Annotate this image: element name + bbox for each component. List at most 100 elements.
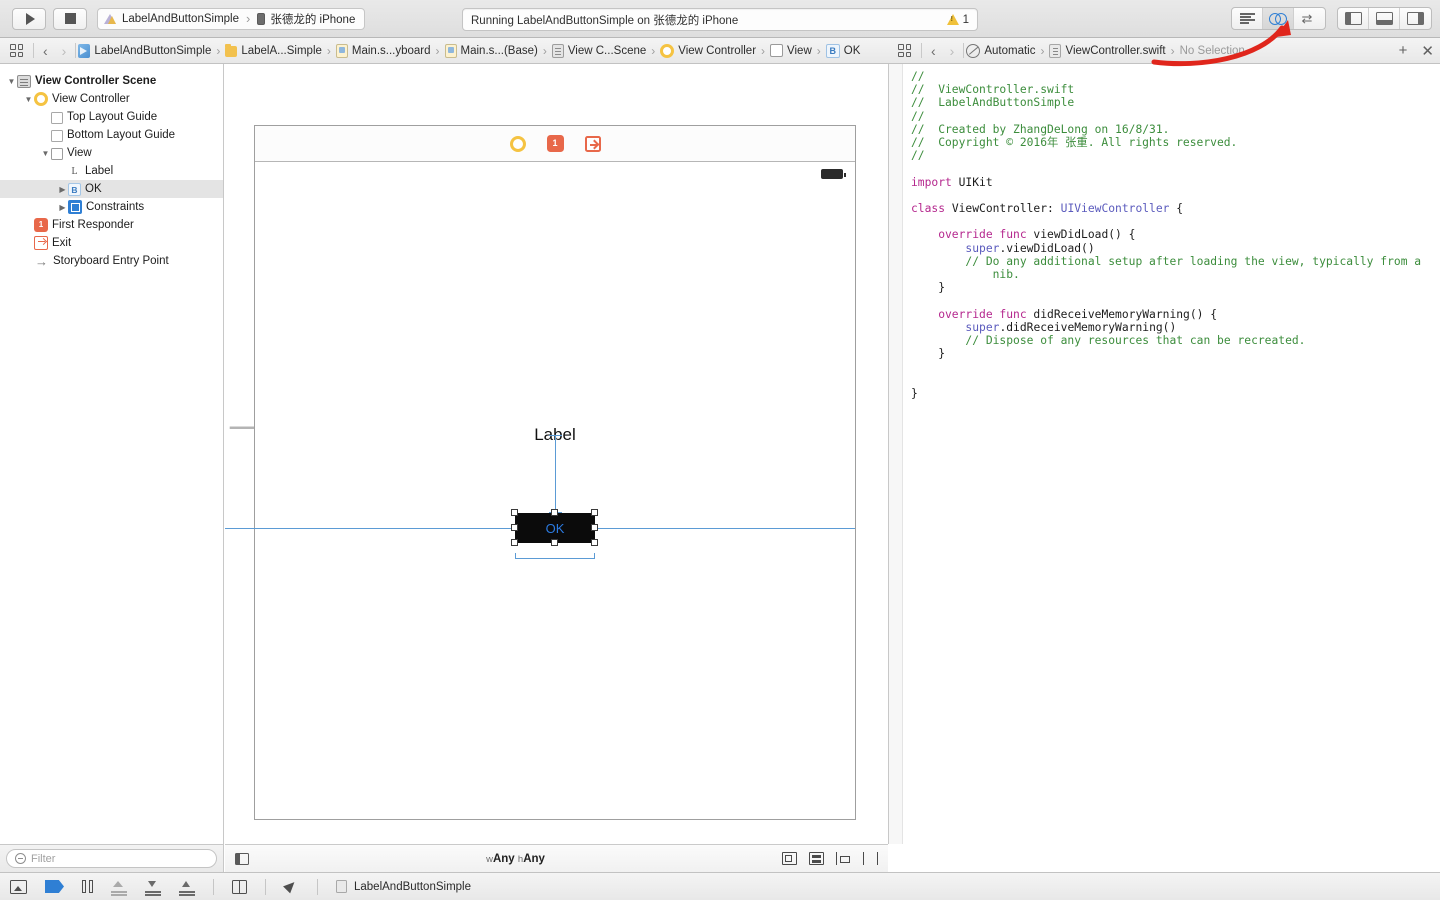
forward-button[interactable]: ›	[943, 43, 962, 59]
activity-status-bar: Running LabelAndButtonSimple on 张德龙的 iPh…	[462, 8, 978, 31]
breadcrumb-item[interactable]: Main.s...yboard	[335, 43, 431, 58]
code-token: UIKit	[951, 175, 993, 189]
selection-handle[interactable]	[551, 539, 558, 546]
run-button[interactable]	[12, 7, 46, 30]
grid-icon[interactable]	[898, 44, 911, 57]
filter-input[interactable]: Filter	[6, 849, 217, 868]
add-assistant-editor-button[interactable]: +	[1399, 42, 1408, 59]
standard-editor-button[interactable]	[1232, 8, 1263, 29]
outline-row-top-layout-guide[interactable]: Top Layout Guide	[0, 108, 223, 126]
step-into-icon[interactable]	[145, 880, 161, 894]
outline-row-exit[interactable]: Exit	[0, 234, 223, 252]
outline-row-label[interactable]: L Label	[0, 162, 223, 180]
breadcrumb-item[interactable]: ViewController.swift	[1049, 43, 1166, 58]
outline-row-bottom-layout-guide[interactable]: Bottom Layout Guide	[0, 126, 223, 144]
breadcrumb-item[interactable]: View Controller	[660, 43, 756, 58]
outline-row-view-controller[interactable]: View Controller	[0, 90, 223, 108]
embed-icon[interactable]	[782, 852, 797, 865]
code-token: // Do any additional setup after loading…	[911, 254, 1422, 268]
breakpoint-icon[interactable]	[45, 880, 64, 893]
align-icon[interactable]	[809, 852, 824, 865]
disclosure-triangle-icon[interactable]	[40, 149, 51, 158]
toggle-utilities-button[interactable]	[1400, 8, 1431, 29]
toggle-debug-area-button[interactable]	[1369, 8, 1400, 29]
assistant-editor-button[interactable]	[1263, 8, 1294, 29]
selection-handle[interactable]	[551, 509, 558, 516]
selection-handle[interactable]	[591, 524, 598, 531]
version-editor-button[interactable]: ⇄	[1294, 8, 1325, 29]
debug-process-crumb[interactable]: LabelAndButtonSimple	[336, 880, 471, 893]
selection-handle[interactable]	[511, 524, 518, 531]
breadcrumb-item[interactable]: View C...Scene	[551, 43, 646, 58]
selection-handle[interactable]	[591, 539, 598, 546]
selection-handle[interactable]	[591, 509, 598, 516]
code-line: override func viewDidLoad() {	[911, 228, 1432, 241]
view-controller-scene[interactable]: 1 Label OK	[225, 125, 856, 820]
outline-row-view-controller-scene[interactable]: View Controller Scene	[0, 72, 223, 90]
document-outline-toggle-button[interactable]	[235, 852, 249, 865]
pin-icon[interactable]	[836, 852, 851, 865]
outline-row-storyboard-entry-point[interactable]: → Storyboard Entry Point	[0, 252, 223, 270]
exit-dock-icon[interactable]	[584, 135, 601, 152]
code-line: super.didReceiveMemoryWarning()	[911, 321, 1432, 334]
outline-row-ok[interactable]: B OK	[0, 180, 223, 198]
hide-debug-icon[interactable]	[10, 879, 27, 894]
outline-row-constraints[interactable]: Constraints	[0, 198, 223, 216]
disclosure-triangle-icon[interactable]	[23, 95, 34, 104]
view-controller-dock-icon[interactable]	[509, 135, 526, 152]
disclosure-triangle-icon[interactable]	[57, 185, 68, 194]
size-class-indicator[interactable]: wAny hAny	[249, 853, 782, 865]
process-label: LabelAndButtonSimple	[354, 880, 471, 893]
first-responder-dock-icon[interactable]: 1	[546, 135, 564, 152]
navigator-jump-bar: ‹ › LabelAndButtonSimple › LabelA...Simple…	[0, 38, 888, 64]
step-out-icon[interactable]	[179, 880, 195, 894]
resolve-icon[interactable]	[863, 852, 879, 865]
step-over-icon[interactable]	[111, 880, 127, 894]
stop-button[interactable]	[53, 7, 87, 30]
code-token: override func	[911, 307, 1027, 321]
folder-icon	[225, 43, 238, 57]
toggle-navigator-button[interactable]	[1338, 8, 1369, 29]
close-assistant-editor-button[interactable]: ✕	[1421, 42, 1434, 60]
outline-row-label: Storyboard Entry Point	[53, 255, 169, 267]
outline-row-first-responder[interactable]: 1 First Responder	[0, 216, 223, 234]
outline-row-view[interactable]: View	[0, 144, 223, 162]
stop-icon	[64, 13, 76, 24]
breadcrumb-item[interactable]: B OK	[825, 43, 860, 58]
breadcrumb-item[interactable]: Main.s...(Base)	[444, 43, 538, 58]
location-icon[interactable]	[284, 880, 299, 894]
forward-button[interactable]: ›	[55, 43, 74, 59]
divider	[317, 878, 318, 895]
destination-segment[interactable]: 张德龙的 iPhone	[257, 11, 355, 27]
scheme-name-segment[interactable]: LabelAndButtonSimple	[104, 12, 239, 25]
root-view[interactable]: Label OK	[225, 163, 855, 819]
interface-builder-canvas[interactable]: ⟶ 1 Label OK	[224, 64, 888, 844]
source-code[interactable]: //// ViewController.swift// LabelAndButt…	[903, 64, 1440, 844]
breadcrumb-item[interactable]: LabelA...Simple	[225, 43, 322, 57]
grid-icon[interactable]	[10, 44, 23, 57]
disclosure-triangle-icon[interactable]	[57, 203, 68, 212]
breadcrumb-item[interactable]: No Selection	[1180, 45, 1245, 57]
breadcrumb-item[interactable]: View	[770, 44, 812, 57]
breadcrumb-item[interactable]: Automatic	[966, 43, 1035, 58]
code-token: // Created by ZhangDeLong on 16/8/31.	[911, 122, 1170, 136]
scheme-selector[interactable]: LabelAndButtonSimple › 张德龙的 iPhone	[97, 7, 366, 30]
selection-handle[interactable]	[511, 509, 518, 516]
warning-icon	[946, 14, 959, 25]
disclosure-triangle-icon[interactable]	[6, 77, 17, 86]
warning-indicator[interactable]: 1	[946, 14, 969, 26]
breadcrumb-item[interactable]: LabelAndButtonSimple	[78, 43, 211, 58]
back-button[interactable]: ‹	[924, 43, 943, 59]
project-icon	[78, 43, 91, 58]
view-debug-icon[interactable]	[232, 879, 247, 894]
pause-icon[interactable]	[82, 880, 93, 893]
view-icon	[770, 44, 784, 57]
selection-handle[interactable]	[511, 539, 518, 546]
back-button[interactable]: ‹	[36, 43, 55, 59]
filter-bar: Filter	[0, 844, 224, 872]
panel-right-icon	[1407, 12, 1424, 25]
assistant-code-editor[interactable]: //// ViewController.swift// LabelAndButt…	[888, 64, 1440, 844]
divider	[33, 43, 34, 58]
